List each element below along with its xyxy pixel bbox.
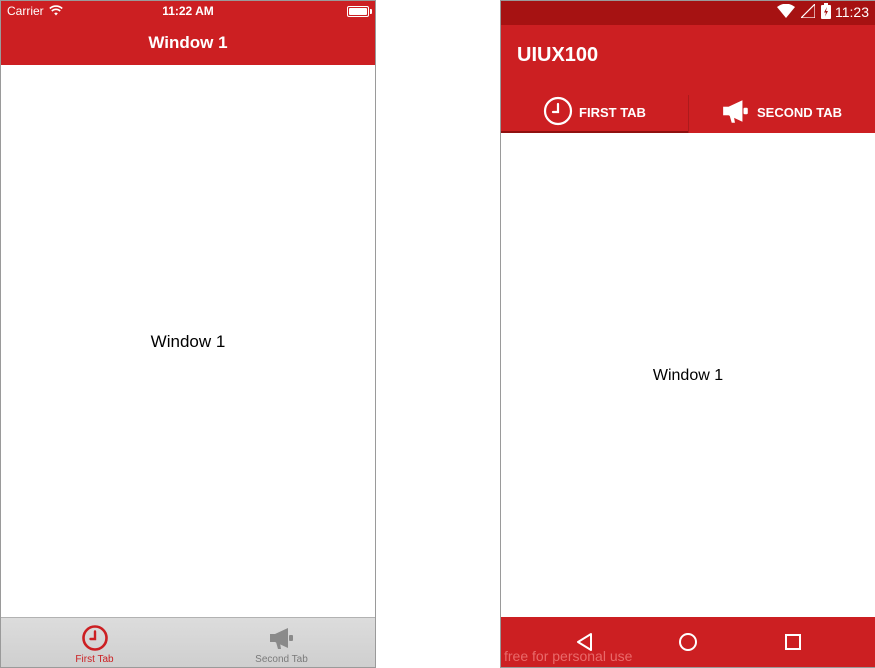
ios-tab-bar: First Tab Second Tab — [1, 617, 375, 667]
watermark-text: free for personal use — [504, 648, 633, 664]
android-navigation-bar: free for personal use — [501, 617, 875, 667]
window-label: Window 1 — [652, 367, 724, 384]
ios-content-area: Window 1 — [1, 65, 375, 617]
clock-icon — [81, 624, 109, 652]
tab-first-label: FIRST TAB — [579, 104, 646, 120]
ios-status-bar: Carrier 11:22 AM — [1, 1, 375, 21]
status-time: 11:23 — [835, 4, 869, 20]
wifi-icon — [777, 3, 795, 23]
signal-icon — [799, 2, 816, 23]
android-app-bar: UIUX100 FIRST TAB SECOND TAB — [501, 25, 875, 133]
window-label: Window 1 — [150, 332, 226, 351]
android-tab-bar: FIRST TAB SECOND TAB — [501, 91, 875, 133]
android-phone: 11:23 UIUX100 FIRST TAB SECOND TAB Windo… — [500, 0, 875, 668]
tab-first[interactable]: First Tab — [1, 618, 188, 667]
tab-second[interactable]: SECOND TAB — [688, 91, 875, 133]
battery-icon — [821, 2, 831, 24]
status-time: 11:22 AM — [162, 4, 214, 18]
tab-second[interactable]: Second Tab — [188, 618, 375, 667]
ios-phone: Carrier 11:22 AM Window 1 Window 1 First… — [0, 0, 376, 668]
ios-navigation-bar: Carrier 11:22 AM Window 1 — [1, 1, 375, 65]
megaphone-icon — [268, 624, 296, 652]
tab-first-label: First Tab — [75, 654, 114, 665]
recents-icon[interactable] — [782, 631, 804, 653]
app-title: UIUX100 — [517, 44, 599, 66]
home-icon[interactable] — [677, 631, 699, 653]
tab-first[interactable]: FIRST TAB — [501, 91, 688, 133]
android-content-area: Window 1 — [501, 133, 875, 616]
megaphone-icon — [721, 96, 751, 129]
tab-second-label: SECOND TAB — [757, 104, 842, 120]
android-status-bar: 11:23 — [501, 1, 875, 25]
battery-icon — [347, 6, 372, 17]
tab-second-label: Second Tab — [255, 654, 308, 665]
nav-title: Window 1 — [148, 33, 228, 52]
clock-icon — [543, 96, 573, 129]
